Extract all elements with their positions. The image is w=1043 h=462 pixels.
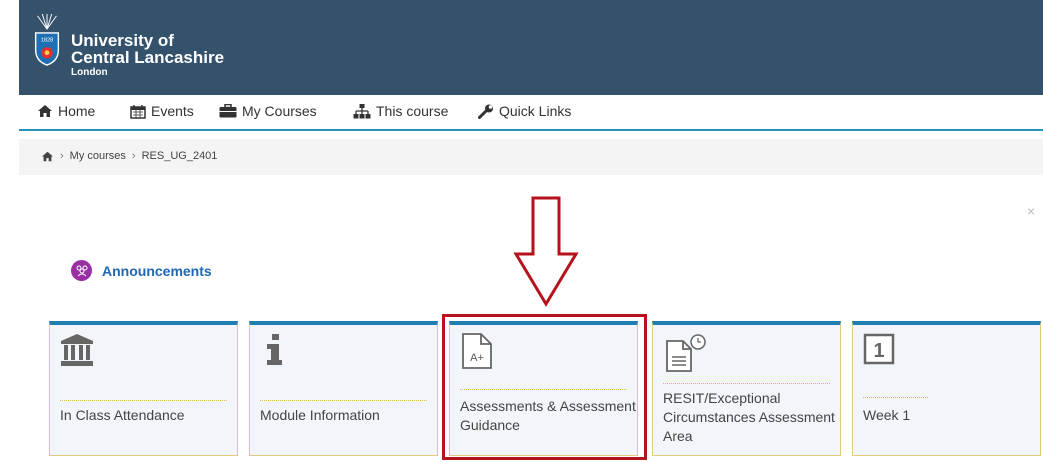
header-banner: 1828 University of Central Lancashire Lo…: [19, 0, 1043, 95]
nav-my-courses-label: My Courses: [242, 103, 317, 119]
briefcase-icon: [219, 104, 237, 118]
breadcrumb-course-code[interactable]: RES_UG_2401: [142, 150, 218, 162]
nav-quick-links[interactable]: Quick Links: [478, 103, 571, 119]
institution-icon: [61, 334, 93, 366]
wrench-icon: [478, 104, 493, 119]
nav-this-course-label: This course: [376, 103, 449, 119]
main-navigation: Home Events My Courses This course Quick…: [19, 95, 1043, 131]
nav-events-label: Events: [151, 103, 194, 119]
tile-divider: [60, 400, 227, 401]
tile-resit-exceptional[interactable]: RESIT/Exceptional Circumstances Assessme…: [652, 321, 841, 456]
tile-divider: [663, 383, 830, 384]
tile-module-information[interactable]: Module Information: [249, 321, 438, 456]
breadcrumb-home-icon[interactable]: [41, 151, 54, 162]
close-icon[interactable]: ×: [1027, 203, 1035, 219]
tile-in-class-attendance[interactable]: In Class Attendance: [49, 321, 238, 456]
breadcrumb: › My courses › RES_UG_2401: [41, 150, 217, 162]
tile-label: Week 1: [863, 407, 911, 423]
info-icon: [267, 334, 282, 365]
nav-home-label: Home: [58, 103, 96, 119]
brand-line-1: University of: [71, 31, 174, 50]
breadcrumb-my-courses[interactable]: My courses: [70, 150, 126, 162]
brand-line-2: Central Lancashire: [71, 48, 225, 67]
highlight-box: [442, 314, 647, 460]
home-icon: [38, 105, 52, 117]
tile-label: In Class Attendance: [60, 407, 185, 423]
shield-year: 1828: [41, 37, 54, 43]
tile-week-1[interactable]: 1 Week 1: [852, 321, 1041, 456]
tile-label: Module Information: [260, 407, 380, 423]
breadcrumb-bar: › My courses › RES_UG_2401: [19, 139, 1043, 175]
tile-divider: [863, 397, 928, 398]
university-logo[interactable]: 1828 University of Central Lancashire Lo…: [33, 14, 224, 78]
number-one-icon: 1: [863, 333, 895, 365]
announcements-link[interactable]: Announcements: [71, 260, 212, 281]
sitemap-icon: [353, 103, 371, 118]
nav-my-courses[interactable]: My Courses: [219, 103, 317, 119]
week-number: 1: [873, 340, 884, 362]
announcements-label: Announcements: [102, 262, 212, 279]
nav-quick-links-label: Quick Links: [499, 103, 572, 119]
nav-home[interactable]: Home: [37, 103, 95, 119]
nav-this-course[interactable]: This course: [353, 103, 448, 119]
university-shield-icon: 1828: [34, 14, 60, 66]
document-clock-icon: [666, 334, 706, 372]
nav-events[interactable]: Events: [130, 103, 194, 119]
brand-line-3: London: [71, 67, 108, 78]
calendar-icon: [130, 104, 146, 119]
tile-divider: [260, 400, 427, 401]
tile-label: RESIT/Exceptional Circumstances Assessme…: [663, 390, 835, 444]
breadcrumb-separator: ›: [60, 150, 64, 162]
down-arrow-callout: [513, 196, 579, 307]
forum-icon: [71, 260, 92, 281]
breadcrumb-separator: ›: [131, 150, 136, 162]
